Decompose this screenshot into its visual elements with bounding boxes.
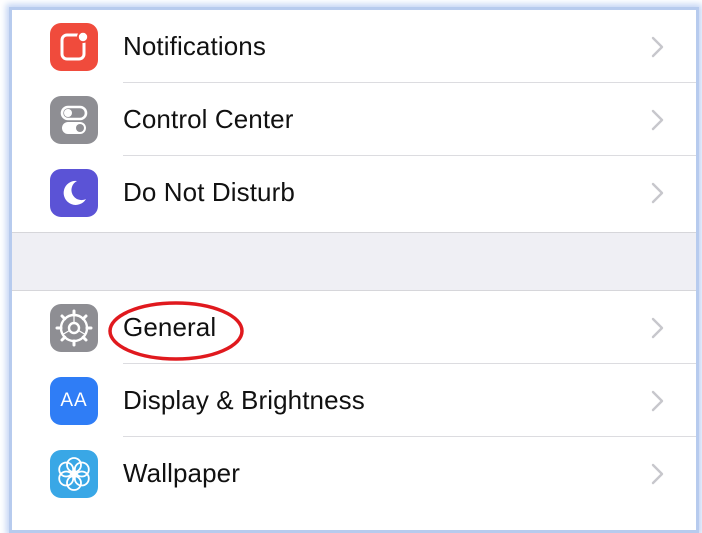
display-icon: AA	[50, 377, 98, 425]
settings-group-1: Notifications Control Center Do Not Dist…	[12, 10, 696, 229]
settings-row-label: Wallpaper	[123, 458, 240, 488]
settings-row-notifications[interactable]: Notifications	[12, 10, 696, 83]
settings-panel: Notifications Control Center Do Not Dist…	[9, 7, 699, 533]
settings-row-control-center[interactable]: Control Center	[12, 83, 696, 156]
settings-row-label: General	[123, 312, 217, 342]
chevron-right-icon	[651, 437, 664, 510]
moon-icon	[50, 169, 98, 217]
settings-row-label: Control Center	[123, 104, 294, 134]
chevron-right-icon	[651, 364, 664, 437]
settings-row-general[interactable]: General	[12, 291, 696, 364]
settings-group-2: General AA Display & Brightness Wallpape…	[12, 291, 696, 510]
notifications-icon	[50, 23, 98, 71]
display-icon-text: AA	[60, 390, 88, 411]
gear-icon	[50, 304, 98, 352]
settings-row-wallpaper[interactable]: Wallpaper	[12, 437, 696, 510]
control-center-icon	[50, 96, 98, 144]
settings-row-do-not-disturb[interactable]: Do Not Disturb	[12, 156, 696, 229]
settings-row-display-brightness[interactable]: AA Display & Brightness	[12, 364, 696, 437]
chevron-right-icon	[651, 10, 664, 83]
chevron-right-icon	[651, 291, 664, 364]
settings-row-label: Do Not Disturb	[123, 177, 295, 207]
section-separator	[12, 232, 696, 291]
wallpaper-icon	[50, 450, 98, 498]
chevron-right-icon	[651, 156, 664, 229]
settings-row-label: Display & Brightness	[123, 385, 365, 415]
chevron-right-icon	[651, 83, 664, 156]
settings-row-label: Notifications	[123, 31, 266, 61]
